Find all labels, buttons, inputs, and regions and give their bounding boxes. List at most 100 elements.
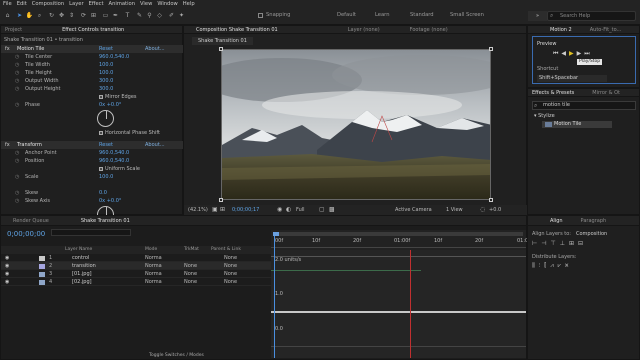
playhead[interactable] (274, 236, 275, 358)
zoom-tool-icon[interactable]: ⌕ (35, 11, 44, 20)
table-row[interactable]: ◉ 2 transition Norma None None (1, 262, 271, 270)
workspace-standard[interactable]: Standard (410, 12, 434, 18)
prop-row[interactable]: ◷ Tile Height 100.0 (1, 69, 183, 77)
bounding-handle-tl[interactable] (219, 47, 223, 51)
checkbox[interactable] (99, 94, 103, 99)
distribute-top-icon[interactable]: ⫼ (532, 262, 539, 269)
tab-effect-controls[interactable]: Effect Controls transition (62, 27, 124, 33)
bounding-handle-br[interactable] (489, 198, 493, 202)
layer-parent[interactable]: None (224, 262, 237, 270)
puppet-tool-icon[interactable]: ✦ (177, 11, 186, 20)
prop-value[interactable]: 100.0 (99, 173, 113, 181)
home-icon[interactable]: ⌂ (3, 11, 12, 20)
menu-item-composition[interactable]: Composition (32, 1, 64, 7)
layer-mode[interactable]: Norma (145, 254, 162, 262)
align-right-icon[interactable]: ⊤ (550, 240, 559, 247)
layer-name[interactable]: control (72, 254, 89, 262)
tab-render-queue[interactable]: Render Queue (13, 218, 49, 224)
col-mode[interactable]: Mode (145, 246, 157, 254)
pen-tool-icon[interactable]: ✒ (111, 11, 120, 20)
type-tool-icon[interactable]: T (123, 11, 132, 20)
comp-sub-tab[interactable]: Shake Transition 01 (192, 37, 253, 45)
layer-parent[interactable]: None (224, 270, 237, 278)
distribute-hcenter-icon[interactable]: ⩗ (558, 262, 565, 269)
align-top-icon[interactable]: ⊥ (560, 240, 569, 247)
transparency-grid-icon[interactable]: ▩ (329, 206, 335, 213)
menu-item-edit[interactable]: Edit (17, 1, 27, 7)
graph-editor[interactable] (271, 230, 526, 358)
stopwatch-icon[interactable]: ◷ (15, 197, 19, 205)
eye-icon[interactable]: ◉ (5, 278, 9, 286)
menu-item-view[interactable]: View (140, 1, 152, 7)
snapping-checkbox[interactable] (258, 13, 263, 18)
effect-header-motion-tile[interactable]: fx Motion Tile Reset About... (1, 45, 183, 53)
grid-icon[interactable]: ⊞ (220, 206, 225, 213)
checkbox[interactable] (99, 130, 103, 135)
prop-value[interactable]: 100.0 (99, 69, 113, 77)
prop-row[interactable]: ◷ Position 960.0,540.0 (1, 157, 183, 165)
workspace-small-screen[interactable]: Small Screen (450, 12, 484, 18)
horizontal-phase-shift-row[interactable]: Horizontal Phase Shift (1, 129, 183, 137)
stopwatch-icon[interactable]: ◷ (15, 53, 19, 61)
table-row[interactable]: ◉ 3 [01.jpg] Norma None None (1, 270, 271, 278)
dolly-camera-icon[interactable]: ⇕ (67, 11, 76, 20)
layer-mode[interactable]: Norma (145, 270, 162, 278)
prop-row[interactable]: ◷ Output Height 300.0 (1, 85, 183, 93)
graph-area[interactable] (271, 250, 526, 358)
camera-menu[interactable]: Active Camera (395, 207, 432, 213)
menu-item-animation[interactable]: Animation (109, 1, 135, 7)
stopwatch-icon[interactable]: ◷ (15, 157, 19, 165)
view-layout-menu[interactable]: 1 View (446, 207, 463, 213)
checkbox[interactable] (99, 166, 103, 171)
region-icon[interactable]: ▢ (319, 206, 325, 213)
menu-item-file[interactable]: File (3, 1, 12, 7)
bounding-handle-tr[interactable] (489, 47, 493, 51)
layer-trkmat[interactable]: None (184, 262, 197, 270)
prop-value[interactable]: 100.0 (99, 61, 113, 69)
tab-auto-fit[interactable]: Auto-Fit_to... (590, 27, 622, 33)
comp-viewer[interactable] (221, 49, 491, 200)
layer-trkmat[interactable]: None (184, 270, 197, 278)
last-frame-icon[interactable]: ⏭ (584, 50, 592, 57)
search-help-input[interactable]: Search Help (547, 11, 636, 21)
reset-link[interactable]: Reset (99, 141, 113, 149)
about-link[interactable]: About... (145, 45, 165, 53)
category-stylize[interactable]: ▾ Stylize (534, 113, 555, 119)
layer-name[interactable]: [01.jpg] (72, 270, 92, 278)
stopwatch-icon[interactable]: ◷ (15, 77, 19, 85)
layer-parent[interactable]: None (224, 278, 237, 286)
tab-composition[interactable]: Composition Shake Transition 01 (196, 27, 278, 33)
roto-brush-icon[interactable]: ✐ (167, 11, 176, 20)
menu-item-layer[interactable]: Layer (69, 1, 83, 7)
exposure-value[interactable]: +0.0 (489, 207, 501, 213)
prop-value[interactable]: 300.0 (99, 77, 113, 85)
distribute-left-icon[interactable]: ⩘ (550, 262, 557, 269)
timeline-search-input[interactable] (51, 229, 131, 236)
orbit-tool-icon[interactable]: ↻ (47, 11, 56, 20)
hand-tool-icon[interactable]: ✋ (25, 11, 34, 20)
col-layer-name[interactable]: Layer Name (65, 246, 92, 254)
effect-header-transform[interactable]: fx Transform Reset About... (1, 141, 183, 149)
align-left-icon[interactable]: ⊢ (532, 240, 541, 247)
rotate-tool-icon[interactable]: ⟳ (79, 11, 88, 20)
layer-trkmat[interactable]: None (184, 278, 197, 286)
pan-camera-icon[interactable]: ✥ (57, 11, 66, 20)
layer-mode[interactable]: Norma (145, 262, 162, 270)
tab-motion2[interactable]: Motion 2 (550, 27, 572, 33)
layer-name[interactable]: transition (72, 262, 96, 270)
selection-tool-icon[interactable]: ➤ (15, 11, 24, 20)
tab-footage[interactable]: Footage (none) (410, 27, 448, 33)
tab-mirror[interactable]: Mirror & Ot (592, 90, 620, 96)
menu-item-window[interactable]: Window (157, 1, 177, 7)
workspace-menu-button[interactable]: » (528, 11, 547, 21)
stopwatch-icon[interactable]: ◷ (15, 173, 19, 181)
effects-search-input[interactable]: motion tile (532, 101, 636, 110)
timeline-timecode[interactable]: 0;00;00;00 (7, 230, 45, 238)
phase-dial[interactable] (97, 110, 114, 127)
reset-link[interactable]: Reset (99, 45, 113, 53)
prop-row[interactable]: ◷ Output Width 300.0 (1, 77, 183, 85)
prev-frame-icon[interactable]: ◀ (561, 50, 569, 57)
col-trkmat[interactable]: TrkMat (184, 246, 199, 254)
prop-value[interactable]: 960.0,540.0 (99, 157, 129, 165)
phase-row[interactable]: ◷ Phase 0x +0.0° (1, 101, 183, 109)
